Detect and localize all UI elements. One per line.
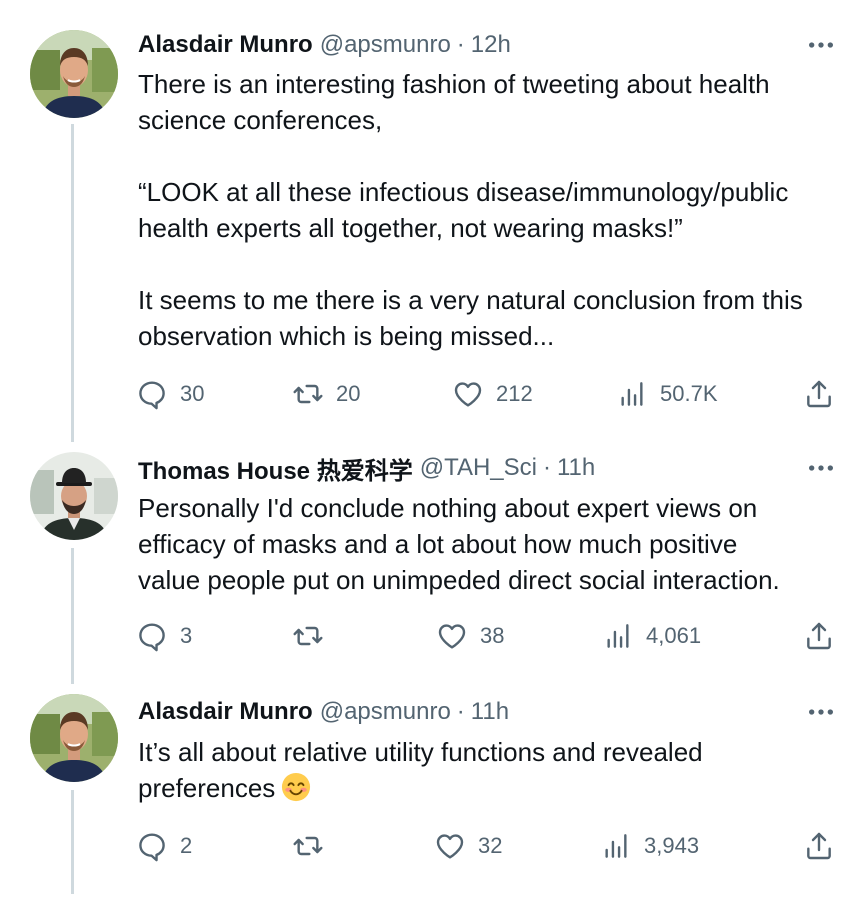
views-button[interactable]: 3,943: [600, 828, 699, 864]
share-icon: [803, 378, 835, 410]
view-count: 3,943: [644, 833, 700, 858]
avatar[interactable]: [30, 452, 118, 540]
tweet-text-content: It’s all about relative utility function…: [138, 737, 703, 803]
tweet-text: There is an interesting fashion of tweet…: [138, 69, 803, 351]
reply-button[interactable]: 2: [136, 828, 192, 864]
smiling-face-icon: [282, 772, 311, 802]
retweet-icon: [292, 830, 324, 862]
like-count: 32: [478, 833, 503, 858]
author-handle[interactable]: @apsmunro: [320, 31, 451, 59]
tweet[interactable]: Alasdair Munro @apsmunro · 12h There is …: [0, 0, 867, 440]
views-button[interactable]: 4,061: [602, 618, 701, 654]
like-button[interactable]: 212: [452, 376, 533, 412]
tweet-text: Personally I'd conclude nothing about ex…: [138, 493, 780, 595]
share-button[interactable]: [803, 828, 835, 864]
more-icon[interactable]: [805, 29, 837, 61]
like-button[interactable]: 32: [434, 828, 502, 864]
like-count: 212: [496, 381, 533, 406]
like-button[interactable]: 38: [436, 618, 504, 654]
author-name[interactable]: Alasdair Munro: [138, 698, 313, 726]
tweet-text: It’s all about relative utility function…: [138, 734, 848, 806]
reply-icon: [136, 830, 168, 862]
tweet[interactable]: Thomas House 热爱科学 @TAH_Sci · 11h Persona…: [0, 440, 867, 684]
separator-dot: ·: [456, 31, 465, 58]
action-bar: 2 32 3,943: [136, 828, 836, 864]
author-handle[interactable]: @TAH_Sci: [420, 454, 537, 482]
view-count: 50.7K: [660, 381, 718, 406]
reply-button[interactable]: 30: [136, 376, 204, 412]
views-button[interactable]: 50.7K: [616, 376, 718, 412]
separator-dot: ·: [456, 698, 465, 725]
avatar-image: [30, 694, 118, 782]
reply-icon: [136, 620, 168, 652]
views-icon: [600, 830, 632, 862]
like-icon: [452, 378, 484, 410]
reply-count: 3: [180, 623, 193, 648]
retweet-count: 20: [336, 381, 361, 406]
like-icon: [436, 620, 468, 652]
share-button[interactable]: [803, 376, 835, 412]
reply-button[interactable]: 3: [136, 618, 192, 654]
tweet-header: Alasdair Munro @apsmunro · 12h: [138, 29, 843, 61]
author-name[interactable]: Thomas House 热爱科学: [138, 451, 413, 486]
retweet-icon: [292, 378, 324, 410]
views-icon: [616, 378, 648, 410]
share-icon: [803, 830, 835, 862]
more-icon[interactable]: [805, 696, 837, 728]
reply-count: 30: [180, 381, 205, 406]
tweet-header: Alasdair Munro @apsmunro · 11h: [138, 696, 843, 728]
author-handle[interactable]: @apsmunro: [320, 698, 451, 726]
action-bar: 3 38 4,061: [136, 618, 836, 654]
like-icon: [434, 830, 466, 862]
author-name[interactable]: Alasdair Munro: [138, 31, 313, 59]
share-button[interactable]: [803, 618, 835, 654]
retweet-button[interactable]: 20: [292, 376, 360, 412]
avatar-image: [30, 452, 118, 540]
timestamp[interactable]: 11h: [557, 454, 595, 482]
view-count: 4,061: [646, 623, 702, 648]
separator-dot: ·: [542, 454, 551, 481]
avatar-image: [30, 30, 118, 118]
retweet-icon: [292, 620, 324, 652]
reply-count: 2: [180, 833, 193, 858]
tweet[interactable]: Alasdair Munro @apsmunro · 11h It’s all …: [0, 684, 867, 900]
like-count: 38: [480, 623, 505, 648]
reply-icon: [136, 378, 168, 410]
views-icon: [602, 620, 634, 652]
action-bar: 30 20 212 50.7K: [136, 376, 836, 412]
retweet-button[interactable]: [292, 618, 336, 654]
more-icon[interactable]: [805, 452, 837, 484]
share-icon: [803, 620, 835, 652]
tweet-header: Thomas House 热爱科学 @TAH_Sci · 11h: [138, 451, 843, 486]
timestamp[interactable]: 12h: [471, 31, 511, 59]
timestamp[interactable]: 11h: [471, 698, 509, 726]
avatar[interactable]: [30, 30, 118, 118]
avatar[interactable]: [30, 694, 118, 782]
retweet-button[interactable]: [292, 828, 336, 864]
